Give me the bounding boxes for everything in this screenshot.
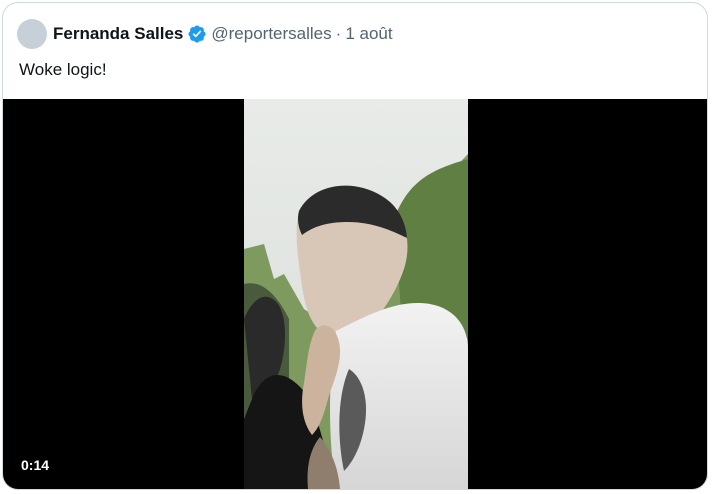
post-date[interactable]: 1 août	[345, 24, 392, 44]
video-frame[interactable]	[244, 99, 468, 489]
video-duration: 0:14	[15, 455, 56, 475]
video-player[interactable]: 0:14	[3, 99, 707, 489]
tweet-text: Woke logic!	[19, 60, 107, 79]
handle[interactable]: @reportersalles	[211, 24, 331, 44]
video-still-image	[244, 99, 468, 489]
display-name[interactable]: Fernanda Salles	[53, 24, 183, 44]
separator-dot: ·	[335, 24, 342, 43]
verified-badge-icon	[188, 25, 206, 43]
avatar[interactable]	[17, 19, 47, 49]
tweet-header: Fernanda Salles @reportersalles · 1 août	[17, 18, 393, 50]
tweet-card[interactable]: Fernanda Salles @reportersalles · 1 août…	[2, 2, 708, 490]
